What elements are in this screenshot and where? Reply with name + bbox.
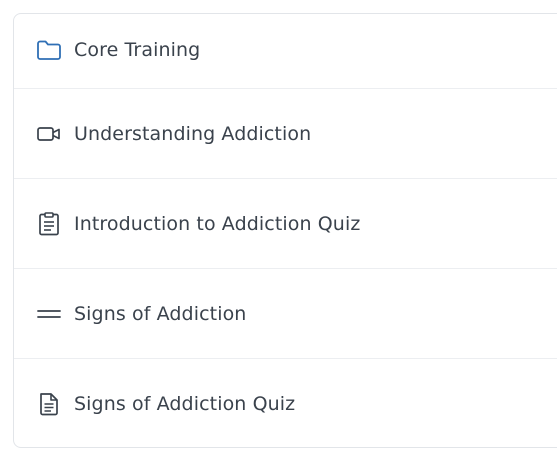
lesson-label: Understanding Addiction xyxy=(74,122,312,145)
quiz-signs-of-addiction[interactable]: Signs of Addiction Quiz xyxy=(14,359,557,447)
lesson-signs-of-addiction[interactable]: Signs of Addiction xyxy=(14,269,557,359)
section-core-training[interactable]: Core Training xyxy=(14,14,557,89)
video-icon xyxy=(36,120,64,148)
text-lines-icon xyxy=(36,300,64,328)
lesson-understanding-addiction[interactable]: Understanding Addiction xyxy=(14,89,557,179)
document-icon xyxy=(36,390,64,418)
quiz-introduction-to-addiction[interactable]: Introduction to Addiction Quiz xyxy=(14,179,557,269)
course-outline-panel: Core Training Understanding Addiction In… xyxy=(13,13,557,448)
lesson-label: Signs of Addiction xyxy=(74,302,247,325)
quiz-label: Signs of Addiction Quiz xyxy=(74,393,296,415)
folder-icon xyxy=(36,36,64,64)
clipboard-icon xyxy=(36,210,64,238)
section-title: Core Training xyxy=(74,39,201,61)
quiz-label: Introduction to Addiction Quiz xyxy=(74,212,361,235)
